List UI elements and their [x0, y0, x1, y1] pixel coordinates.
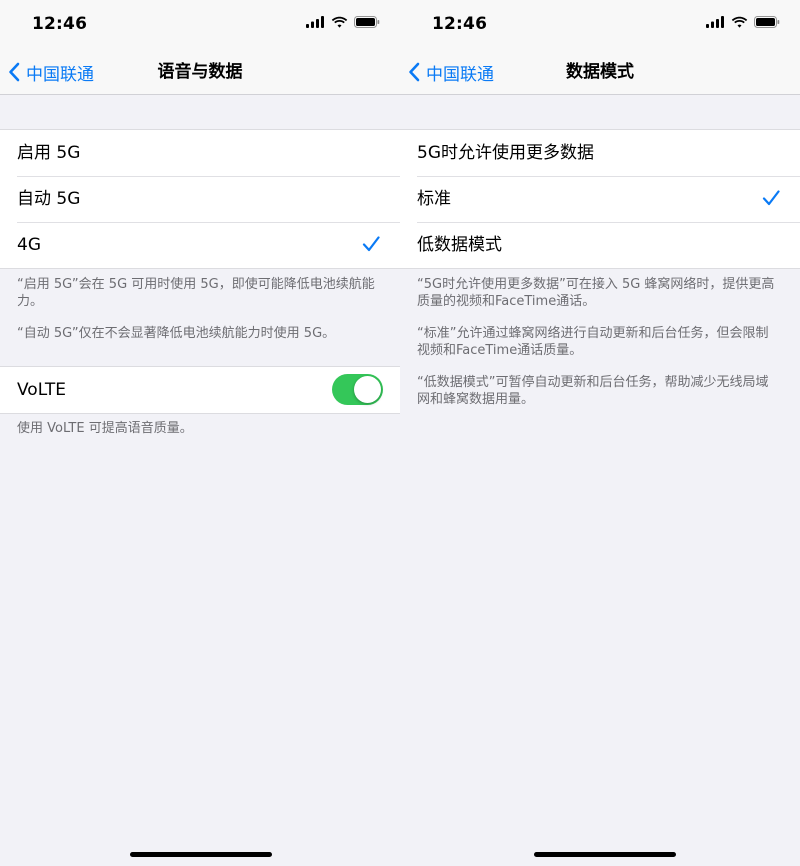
option-label: 自动 5G [17, 189, 81, 209]
screens: 12:46 中国联通 语音与数据 启用 5G 自动 5G 4G “启用 5G”会… [0, 0, 800, 866]
cellular-signal-icon [306, 16, 324, 28]
voice-data-screen: 12:46 中国联通 语音与数据 启用 5G 自动 5G 4G “启用 5G”会… [0, 0, 400, 866]
toggle-knob [354, 376, 381, 403]
option-4g[interactable]: 4G [0, 222, 400, 268]
footnote-text: “5G时允许使用更多数据”可在接入 5G 蜂窝网络时，提供更高质量的视频和Fac… [417, 277, 775, 309]
navigation-bar: 中国联通 数据模式 [400, 50, 800, 95]
status-icons [306, 16, 380, 28]
volte-row: VoLTE [0, 367, 400, 413]
chevron-left-icon [9, 62, 20, 82]
cellular-signal-icon [706, 16, 724, 28]
option-standard[interactable]: 标准 [400, 176, 800, 222]
back-label: 中国联通 [26, 64, 94, 85]
data-mode-footnote: “5G时允许使用更多数据”可在接入 5G 蜂窝网络时，提供更高质量的视频和Fac… [417, 276, 777, 423]
option-label: 5G时允许使用更多数据 [417, 143, 594, 163]
option-auto-5g[interactable]: 自动 5G [0, 176, 400, 222]
wifi-icon [731, 16, 748, 28]
data-mode-screen: 12:46 中国联通 数据模式 5G时允许使用更多数据 标准 低数据模式 “5G… [400, 0, 800, 866]
data-mode-options-group: 5G时允许使用更多数据 标准 低数据模式 [400, 129, 800, 269]
option-enable-5g[interactable]: 启用 5G [0, 130, 400, 176]
wifi-icon [331, 16, 348, 28]
option-low-data-mode[interactable]: 低数据模式 [400, 222, 800, 268]
option-label: 4G [17, 235, 41, 255]
back-button[interactable]: 中国联通 [8, 50, 94, 94]
checkmark-icon [762, 190, 780, 206]
footnote-text: “启用 5G”会在 5G 可用时使用 5G，即使可能降低电池续航能力。 [17, 277, 375, 309]
status-bar: 12:46 [400, 0, 800, 50]
back-button[interactable]: 中国联通 [408, 50, 494, 94]
volte-footnote: 使用 VoLTE 可提高语音质量。 [17, 420, 377, 452]
checkmark-icon [362, 236, 380, 252]
option-label: 启用 5G [17, 143, 81, 163]
status-time: 12:46 [432, 14, 488, 34]
volte-toggle[interactable] [332, 374, 383, 405]
footnote-text: 使用 VoLTE 可提高语音质量。 [17, 421, 193, 436]
network-options-footnote: “启用 5G”会在 5G 可用时使用 5G，即使可能降低电池续航能力。 “自动 … [17, 276, 377, 357]
volte-group: VoLTE [0, 366, 400, 414]
footnote-text: “低数据模式”可暂停自动更新和后台任务，帮助减少无线局域网和蜂窝数据用量。 [417, 375, 769, 407]
network-options-group: 启用 5G 自动 5G 4G [0, 129, 400, 269]
status-time: 12:46 [32, 14, 88, 34]
option-allow-more-data-5g[interactable]: 5G时允许使用更多数据 [400, 130, 800, 176]
battery-icon [754, 16, 780, 28]
navigation-bar: 中国联通 语音与数据 [0, 50, 400, 95]
home-indicator [534, 852, 676, 857]
footnote-text: “标准”允许通过蜂窝网络进行自动更新和后台任务，但会限制视频和FaceTime通… [417, 326, 769, 358]
home-indicator [130, 852, 272, 857]
volte-label: VoLTE [17, 380, 66, 400]
battery-icon [354, 16, 380, 28]
status-icons [706, 16, 780, 28]
footnote-text: “自动 5G”仅在不会显著降低电池续航能力时使用 5G。 [17, 326, 336, 341]
back-label: 中国联通 [426, 64, 494, 85]
option-label: 低数据模式 [417, 235, 502, 255]
option-label: 标准 [417, 189, 451, 209]
status-bar: 12:46 [0, 0, 400, 50]
chevron-left-icon [409, 62, 420, 82]
